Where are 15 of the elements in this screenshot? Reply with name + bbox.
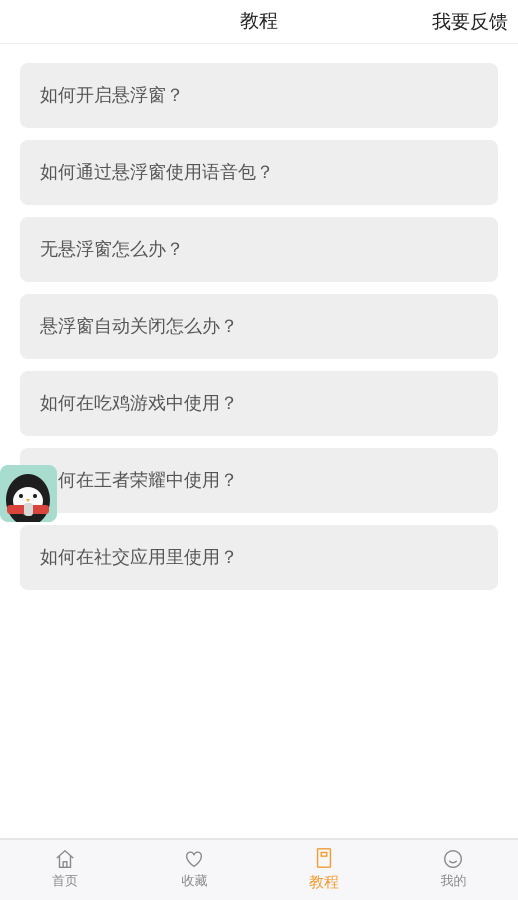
tutorial-item[interactable]: 如何在社交应用里使用？ (20, 525, 498, 590)
tutorial-item[interactable]: 如何通过悬浮窗使用语音包？ (20, 140, 498, 205)
home-icon (54, 848, 76, 870)
face-icon (442, 848, 464, 870)
tab[interactable]: 收藏 (130, 840, 259, 900)
page-title: 教程 (240, 9, 278, 34)
tutorial-item[interactable]: 何在王者荣耀中使用？ (20, 448, 498, 513)
floating-button[interactable] (0, 465, 57, 522)
feedback-button[interactable]: 我要反馈 (432, 8, 508, 36)
tab[interactable]: 我的 (388, 840, 518, 900)
tutorial-item[interactable]: 无悬浮窗怎么办？ (20, 217, 498, 282)
tab[interactable]: 首页 (0, 840, 130, 900)
tutorial-item[interactable]: 悬浮窗自动关闭怎么办？ (20, 294, 498, 359)
tutorial-item[interactable]: 如何在吃鸡游戏中使用？ (20, 371, 498, 436)
tutorial-item[interactable]: 如何开启悬浮窗？ (20, 63, 498, 128)
